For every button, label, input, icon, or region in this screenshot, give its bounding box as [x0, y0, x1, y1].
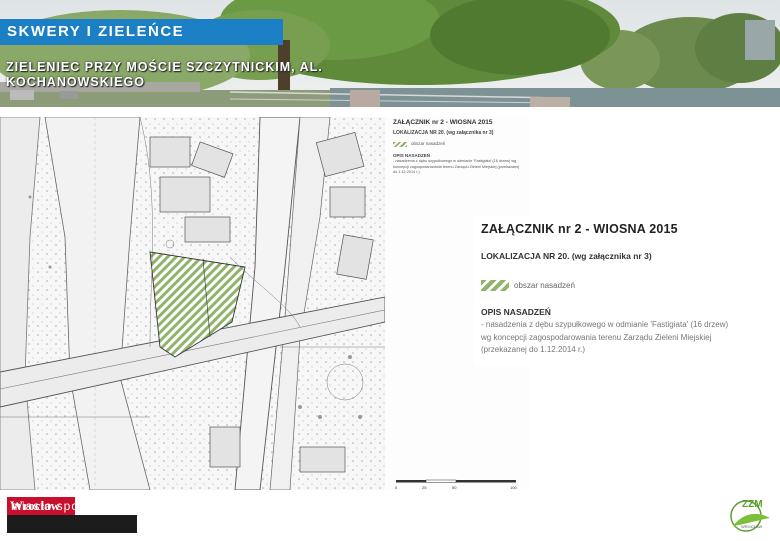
- scale-tick-0: 0: [395, 485, 398, 490]
- zzm-logo: ZZM WROCŁAW: [728, 498, 774, 536]
- inset-opis-title: OPIS NASADZEŃ: [393, 153, 431, 158]
- logo-bottom-text: miasto spotkań: [11, 499, 106, 513]
- hatch-swatch: [481, 280, 509, 291]
- scale-tick-100: 100: [510, 485, 517, 490]
- inset-description: - nasadzenia z dębu szypułkowego w odmia…: [393, 159, 520, 174]
- planting-description: - nasadzenia z dębu szypułkowego w odmia…: [481, 320, 729, 354]
- page-subtitle: ZIELENIEC PRZY MOŚCIE SZCZYTNICKIM, AL. …: [6, 60, 323, 89]
- header-photo: [0, 0, 780, 107]
- scale-tick-25: 25: [422, 485, 427, 490]
- zzm-logo-text: ZZM: [742, 499, 763, 510]
- page-title: SKWERY I ZIELEŃCE: [7, 23, 185, 40]
- swatch-label: obszar nasadzeń: [514, 281, 575, 290]
- opis-title: OPIS NASADZEŃ: [481, 307, 551, 317]
- wroclaw-logo: Wrocław miasto spotkań: [7, 497, 137, 533]
- legend-location: LOKALIZACJA NR 20. (wg załącznika nr 3): [481, 251, 652, 261]
- inset-swatch-label: obszar nasadzeń: [411, 141, 446, 146]
- inset-legend-location: LOKALIZACJA NR 20. (wg załącznika nr 3): [393, 130, 494, 136]
- inset-hatch-swatch: [393, 142, 407, 147]
- logo-bottom-band: [7, 515, 137, 533]
- zzm-logo-sub: WROCŁAW: [741, 524, 763, 529]
- legend-box: ZAŁĄCZNIK nr 2 - WIOSNA 2015 LOKALIZACJA…: [474, 216, 732, 366]
- scale-tick-50: 50: [452, 485, 457, 490]
- inset-legend-title: ZAŁĄCZNIK nr 2 - WIOSNA 2015: [393, 119, 493, 126]
- legend-title: ZAŁĄCZNIK nr 2 - WIOSNA 2015: [481, 222, 678, 236]
- scale-bar: 0 25 50 100: [392, 478, 527, 490]
